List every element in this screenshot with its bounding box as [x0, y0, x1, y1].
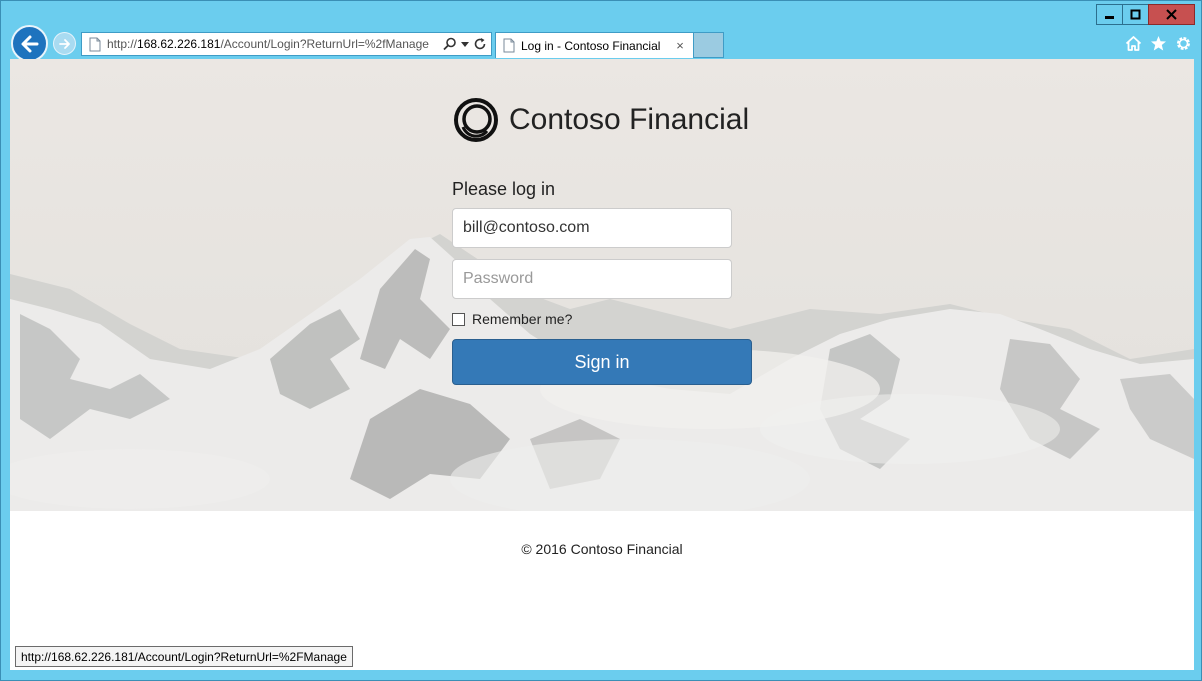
- page-viewport: Contoso Financial Please log in bill@con…: [10, 59, 1194, 670]
- gear-icon[interactable]: [1174, 34, 1193, 53]
- url-path: /Account/Login?ReturnUrl=%2fManage: [220, 37, 429, 51]
- dropdown-icon[interactable]: [461, 40, 469, 48]
- contoso-logo-icon: [454, 98, 498, 142]
- remember-me-checkbox[interactable]: [452, 312, 465, 326]
- maximize-icon[interactable]: [1122, 4, 1149, 25]
- remember-me-label: Remember me?: [472, 311, 573, 327]
- back-button[interactable]: [11, 25, 48, 62]
- url-scheme: http://: [107, 37, 138, 51]
- password-placeholder: Password: [463, 270, 534, 287]
- address-url[interactable]: http://168.62.226.181/Account/Login?Retu…: [107, 37, 443, 51]
- forward-arrow-icon: [58, 38, 70, 49]
- refresh-icon[interactable]: [473, 37, 487, 51]
- tab-close-icon[interactable]: ×: [673, 38, 687, 53]
- hero-background: Contoso Financial Please log in bill@con…: [10, 59, 1194, 511]
- status-bar-url: http://168.62.226.181/Account/Login?Retu…: [15, 646, 353, 667]
- browser-toolbar: [1124, 34, 1193, 53]
- browser-window: http://168.62.226.181/Account/Login?Retu…: [0, 0, 1202, 681]
- brand-logo: Contoso Financial: [453, 97, 749, 143]
- brand-name: Contoso Financial: [509, 103, 750, 136]
- tab-login[interactable]: Log in - Contoso Financial ×: [495, 32, 694, 58]
- tab-title: Log in - Contoso Financial: [521, 38, 661, 53]
- tab-page-icon: [503, 38, 515, 53]
- footer-copyright: © 2016 Contoso Financial: [521, 541, 683, 557]
- email-value: bill@contoso.com: [463, 219, 590, 236]
- home-icon[interactable]: [1124, 34, 1143, 53]
- star-icon[interactable]: [1149, 34, 1168, 53]
- window-controls: [1096, 4, 1195, 25]
- search-icon[interactable]: [443, 37, 457, 51]
- new-tab-button[interactable]: [694, 32, 724, 58]
- back-arrow-icon: [21, 35, 38, 52]
- email-field[interactable]: bill@contoso.com: [452, 208, 732, 248]
- close-icon[interactable]: [1148, 4, 1195, 25]
- sign-in-button[interactable]: Sign in: [452, 339, 752, 385]
- login-heading: Please log in: [452, 179, 556, 199]
- page-icon: [89, 37, 101, 51]
- forward-button[interactable]: [53, 32, 76, 55]
- url-host: 168.62.226.181: [137, 37, 221, 51]
- address-bar[interactable]: http://168.62.226.181/Account/Login?Retu…: [81, 32, 492, 56]
- remember-me[interactable]: Remember me?: [452, 311, 572, 327]
- password-field[interactable]: Password: [452, 259, 732, 299]
- minimize-icon[interactable]: [1096, 4, 1123, 25]
